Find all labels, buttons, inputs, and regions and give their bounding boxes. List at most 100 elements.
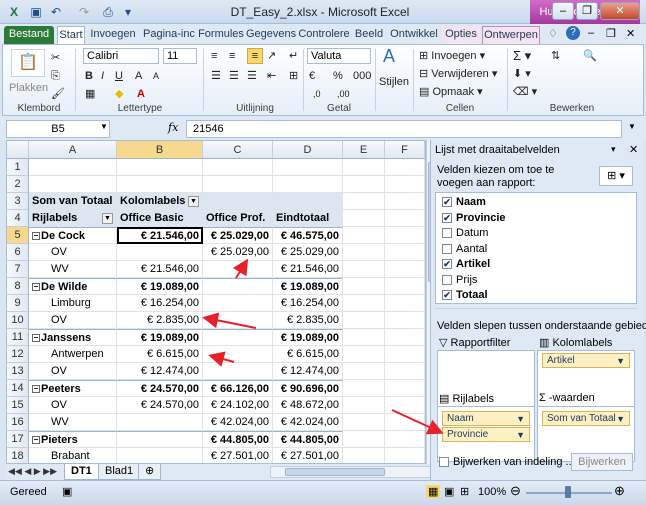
cell-a4[interactable]: Rijlabels ▼: [29, 210, 117, 227]
cell-a10[interactable]: OV: [29, 312, 117, 329]
tab-ontwerpen[interactable]: Ontwerpen: [482, 26, 540, 44]
cell-e14[interactable]: [343, 380, 385, 397]
checked-checkbox-icon[interactable]: ✔: [442, 259, 452, 270]
autosum-icon[interactable]: Σ ▾: [513, 49, 531, 63]
cell-c15[interactable]: € 24.102,00: [203, 397, 273, 414]
cell-f12[interactable]: [385, 346, 425, 363]
value-field-som-van-totaal[interactable]: Som van Totaal ▼: [542, 411, 630, 426]
row-header[interactable]: 14: [7, 380, 29, 397]
print-preview-icon[interactable]: ⎙: [100, 4, 116, 20]
styles-icon[interactable]: A: [383, 47, 395, 65]
minimize-ribbon-icon[interactable]: ♢: [548, 27, 558, 40]
cell-a14[interactable]: − Peeters: [29, 380, 117, 397]
checked-checkbox-icon[interactable]: ✔: [442, 290, 452, 301]
column-header-b[interactable]: B: [117, 141, 203, 159]
zoom-in-icon[interactable]: ⊕: [614, 483, 625, 499]
panel-dropdown-icon[interactable]: ▾: [611, 144, 616, 155]
wrap-text-icon[interactable]: ↵: [289, 49, 298, 63]
select-all-corner[interactable]: [7, 141, 29, 159]
cell-e3[interactable]: [343, 193, 385, 210]
cell-f5[interactable]: [385, 227, 425, 244]
field-provincie[interactable]: ✔ Provincie: [442, 211, 506, 226]
field-naam[interactable]: ✔ Naam: [442, 195, 486, 210]
collapse-icon[interactable]: −: [32, 436, 40, 445]
row-header[interactable]: 18: [7, 448, 29, 463]
cell-f2[interactable]: [385, 176, 425, 193]
cell-e16[interactable]: [343, 414, 385, 431]
shrink-font-icon[interactable]: A: [153, 69, 159, 83]
tab-ontwikkelaars[interactable]: Ontwikkel: [388, 26, 440, 44]
cell-b5[interactable]: € 21.546,00: [117, 227, 203, 244]
tab-controleren[interactable]: Controlere: [298, 26, 350, 44]
cell-d17[interactable]: € 44.805,00: [273, 431, 343, 448]
name-box-dropdown-icon[interactable]: ▼: [100, 122, 108, 131]
cell-b1[interactable]: [117, 159, 203, 176]
row-header[interactable]: 2: [7, 176, 29, 193]
column-header-d[interactable]: D: [273, 141, 343, 159]
insert-cells-button[interactable]: ⊞ Invoegen ▾: [419, 49, 485, 63]
cell-c13[interactable]: [203, 363, 273, 380]
increase-decimal-icon[interactable]: ,0: [313, 87, 321, 101]
worksheet-grid[interactable]: A B C D E F 1 2 3 Som van Totaal Kolomlabels ▼ 4 Rijl…: [6, 140, 426, 464]
cell-c5[interactable]: € 25.029,00: [203, 227, 273, 244]
cell-b7[interactable]: € 21.546,00: [117, 261, 203, 278]
cell-d15[interactable]: € 48.672,00: [273, 397, 343, 414]
row-header[interactable]: 8: [7, 278, 29, 295]
field-prijs[interactable]: Prijs: [442, 273, 477, 288]
cell-f6[interactable]: [385, 244, 425, 261]
fill-color-icon[interactable]: ◆: [115, 87, 123, 101]
customize-toolbar-icon[interactable]: ▾: [120, 4, 136, 20]
align-bottom-icon[interactable]: ≡: [247, 48, 263, 64]
horizontal-scrollbar[interactable]: [270, 466, 436, 478]
cell-d12[interactable]: € 6.615,00: [273, 346, 343, 363]
indent-icon[interactable]: ⇤: [267, 69, 276, 83]
cell-b11[interactable]: € 19.089,00: [117, 329, 203, 346]
cell-a5[interactable]: − De Cock: [29, 227, 117, 244]
row-header[interactable]: 5: [7, 227, 29, 244]
field-totaal[interactable]: ✔ Totaal: [442, 288, 488, 303]
align-center-icon[interactable]: ☰: [229, 69, 239, 83]
cell-f4[interactable]: [385, 210, 425, 227]
collapse-icon[interactable]: −: [32, 283, 40, 292]
sort-filter-icon[interactable]: ⇅: [551, 49, 560, 63]
checkbox-icon[interactable]: [442, 228, 452, 239]
paste-button[interactable]: Plakken: [9, 81, 48, 95]
cell-e15[interactable]: [343, 397, 385, 414]
cell-d5[interactable]: € 46.575,00: [273, 227, 343, 244]
align-top-icon[interactable]: ≡: [211, 49, 217, 63]
sheet-tab-dt1[interactable]: DT1: [64, 464, 99, 480]
cell-b3[interactable]: Kolomlabels ▼: [117, 193, 203, 210]
cell-e11[interactable]: [343, 329, 385, 346]
row-header[interactable]: 1: [7, 159, 29, 176]
cell-c7[interactable]: [203, 261, 273, 278]
cell-a11[interactable]: − Janssens: [29, 329, 117, 346]
cell-d4[interactable]: Eindtotaal: [273, 210, 343, 227]
cell-c3[interactable]: [203, 193, 273, 210]
cell-b18[interactable]: [117, 448, 203, 463]
cell-c18[interactable]: € 27.501,00: [203, 448, 273, 463]
row-header[interactable]: 15: [7, 397, 29, 414]
orientation-icon[interactable]: ↗: [267, 49, 276, 63]
row-header[interactable]: 12: [7, 346, 29, 363]
cell-f16[interactable]: [385, 414, 425, 431]
cell-c12[interactable]: [203, 346, 273, 363]
styles-button[interactable]: Stijlen: [379, 75, 409, 89]
format-cells-button[interactable]: ▤ Opmaak ▾: [419, 85, 483, 99]
doc-close-icon[interactable]: ✕: [626, 27, 635, 40]
checkbox-icon[interactable]: [442, 243, 452, 254]
undo-icon[interactable]: ↶: [48, 4, 64, 20]
cell-a2[interactable]: [29, 176, 117, 193]
field-datum[interactable]: Datum: [442, 226, 488, 241]
row-field-provincie[interactable]: Provincie ▼: [442, 427, 530, 442]
checked-checkbox-icon[interactable]: ✔: [442, 212, 452, 223]
cell-f18[interactable]: [385, 448, 425, 463]
cell-d13[interactable]: € 12.474,00: [273, 363, 343, 380]
row-header[interactable]: 11: [7, 329, 29, 346]
close-button[interactable]: ✕: [600, 2, 640, 20]
cell-d1[interactable]: [273, 159, 343, 176]
cell-b13[interactable]: € 12.474,00: [117, 363, 203, 380]
cell-c1[interactable]: [203, 159, 273, 176]
sheet-tab-blad1[interactable]: Blad1: [98, 464, 141, 480]
column-header-c[interactable]: C: [203, 141, 273, 159]
cell-d9[interactable]: € 16.254,00: [273, 295, 343, 312]
